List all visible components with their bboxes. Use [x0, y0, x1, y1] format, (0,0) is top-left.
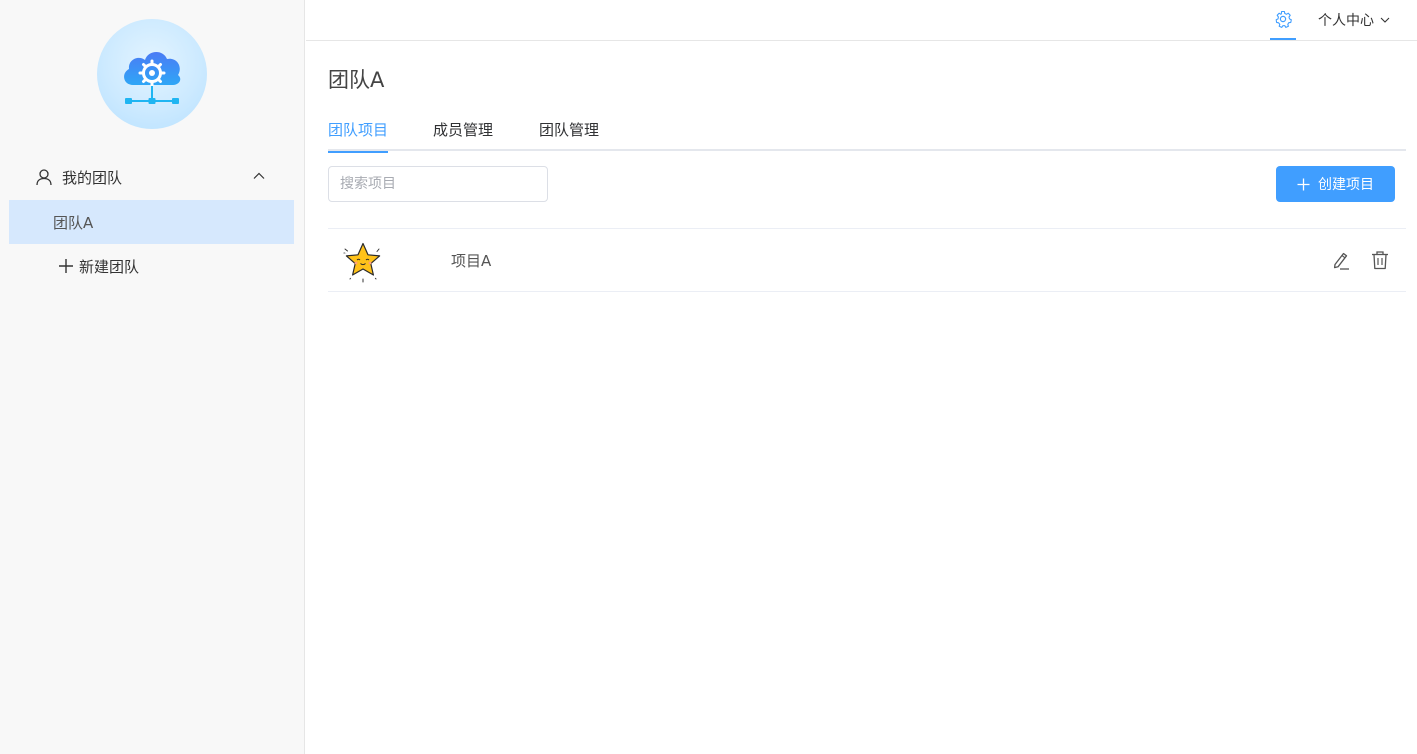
tab-team-projects[interactable]: 团队项目 [328, 115, 389, 153]
star-sticker-icon [341, 239, 385, 283]
settings-button[interactable] [1270, 0, 1296, 40]
edit-icon [1333, 252, 1349, 270]
sidebar: 我的团队 团队A 新建团队 [0, 0, 305, 754]
user-center-menu[interactable]: 个人中心 [1318, 0, 1390, 40]
chevron-up-icon [253, 170, 265, 182]
project-name[interactable]: 项目A [451, 250, 491, 271]
edit-button[interactable] [1330, 249, 1352, 271]
app-logo [97, 19, 207, 129]
my-teams-menu: 我的团队 团队A 新建团队 [0, 155, 305, 276]
plus-icon [58, 258, 74, 274]
table-row[interactable]: 项目A [328, 228, 1406, 292]
new-team-label: 新建团队 [79, 257, 140, 276]
sidebar-item-team-a[interactable]: 团队A [9, 200, 294, 244]
user-icon [35, 168, 53, 186]
page-title: 团队A [328, 68, 385, 92]
tab-bar: 团队项目 成员管理 团队管理 [328, 115, 1406, 153]
tab-team-management[interactable]: 团队管理 [539, 115, 599, 151]
plus-icon [1297, 178, 1310, 191]
delete-button[interactable] [1369, 249, 1391, 271]
new-team-button[interactable]: 新建团队 [9, 244, 294, 288]
user-center-label: 个人中心 [1318, 13, 1374, 29]
search-input[interactable] [328, 166, 548, 202]
top-bar: 个人中心 [306, 0, 1417, 41]
create-project-label: 创建项目 [1318, 177, 1374, 193]
tab-member-management[interactable]: 成员管理 [433, 115, 493, 151]
my-teams-label: 我的团队 [62, 168, 123, 187]
sidebar-item-label: 团队A [53, 213, 94, 232]
cloud-gear-network-icon [124, 51, 181, 104]
my-teams-toggle[interactable]: 我的团队 [0, 155, 305, 199]
trash-icon [1372, 251, 1388, 270]
create-project-button[interactable]: 创建项目 [1276, 166, 1395, 202]
gear-icon [1275, 10, 1292, 28]
chevron-down-icon [1380, 15, 1390, 25]
